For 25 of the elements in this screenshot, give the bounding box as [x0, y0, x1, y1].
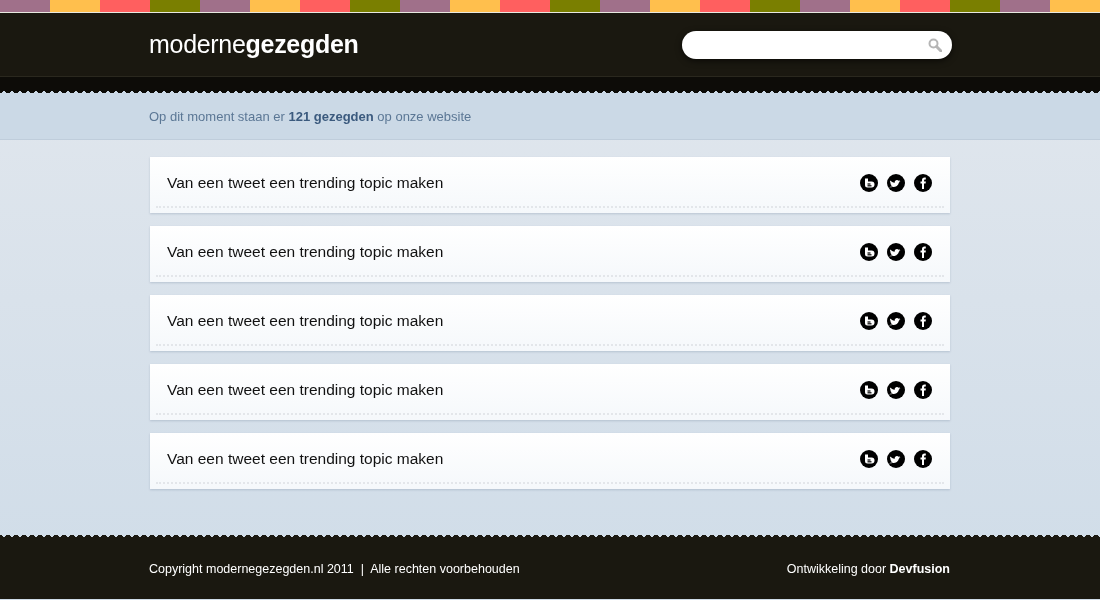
- bird-icon[interactable]: [887, 243, 905, 261]
- f-circle-icon[interactable]: [914, 450, 932, 468]
- b-circle-icon[interactable]: [860, 174, 878, 192]
- saying-count-text: Op dit moment staan er 121 gezegden op onze website: [149, 109, 472, 124]
- bird-icon[interactable]: [887, 450, 905, 468]
- bird-icon[interactable]: [887, 381, 905, 399]
- f-circle-icon[interactable]: [914, 381, 932, 399]
- bird-icon[interactable]: [887, 312, 905, 330]
- saying-title[interactable]: Van een tweet een trending topic maken: [167, 450, 444, 468]
- f-circle-icon[interactable]: [914, 174, 932, 192]
- b-circle-icon[interactable]: [860, 381, 878, 399]
- site-logo[interactable]: modernegezegden: [149, 30, 359, 59]
- saying-title[interactable]: Van een tweet een trending topic maken: [167, 381, 444, 399]
- b-circle-icon[interactable]: [860, 312, 878, 330]
- f-circle-icon[interactable]: [914, 243, 932, 261]
- saying-title[interactable]: Van een tweet een trending topic maken: [167, 312, 444, 330]
- saying-title[interactable]: Van een tweet een trending topic maken: [167, 243, 444, 261]
- credit-text: Ontwikkeling door Devfusion: [786, 562, 950, 576]
- saying-title[interactable]: Van een tweet een trending topic maken: [167, 174, 444, 192]
- copyright-text: Copyright modernegezegden.nl 2011 | Alle rechten voorbehouden: [149, 562, 520, 576]
- search-field[interactable]: [682, 30, 952, 59]
- b-circle-icon[interactable]: [860, 450, 878, 468]
- f-circle-icon[interactable]: [914, 312, 932, 330]
- b-circle-icon[interactable]: [860, 243, 878, 261]
- bird-icon[interactable]: [887, 174, 905, 192]
